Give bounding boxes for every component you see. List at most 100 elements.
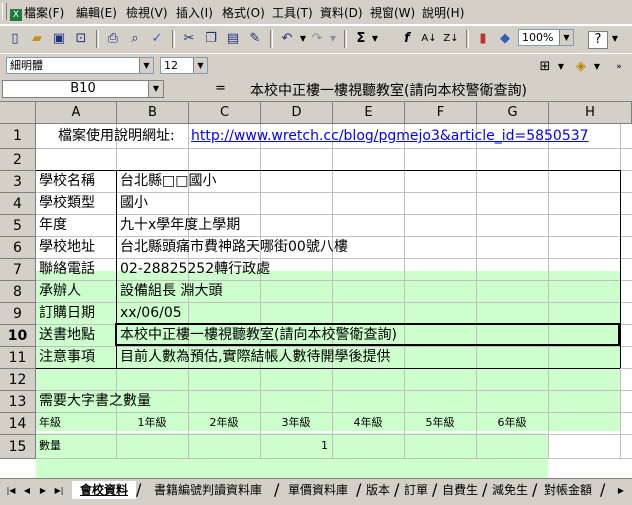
value-phone[interactable]: 02-28825252轉行政處 (120, 259, 270, 279)
value-year[interactable]: 九十x學年度上學期 (120, 215, 240, 235)
column-header-g[interactable]: G (477, 102, 549, 124)
column-header-d[interactable]: D (261, 102, 333, 124)
spreadsheet-grid[interactable]: A B C D E F G H 1 2 3 4 5 6 7 8 9 10 11 … (0, 102, 632, 478)
menu-file[interactable]: X 檔案(F) (10, 5, 64, 21)
sort-ascending-icon[interactable]: A↓ (420, 31, 438, 47)
column-header-a[interactable]: A (36, 102, 117, 124)
menu-insert[interactable]: 插入(I) (176, 5, 213, 21)
tab-price-db[interactable]: 單價資料庫 (280, 481, 356, 499)
chevron-down-icon[interactable]: ▼ (148, 81, 163, 97)
tab-school-info[interactable]: 會校資料 (72, 481, 136, 499)
fill-color-dropdown-icon[interactable]: ▼ (588, 59, 606, 75)
chevron-down-icon[interactable]: ▼ (139, 58, 153, 73)
usage-link-anchor[interactable]: http://www.wretch.cc/blog/pgmejo3&articl… (191, 128, 589, 144)
menu-bar-grip[interactable] (2, 3, 7, 20)
row-header[interactable]: 13 (0, 391, 36, 413)
menu-help[interactable]: 說明(H) (422, 5, 464, 21)
row-header[interactable]: 3 (0, 171, 36, 193)
table-border (36, 170, 620, 171)
row-header[interactable]: 14 (0, 413, 36, 435)
column-header-c[interactable]: C (189, 102, 261, 124)
column-header-e[interactable]: E (333, 102, 405, 124)
value-school-name[interactable]: 台北縣□□國小 (120, 171, 216, 191)
tab-book-code-db[interactable]: 書籍編號判讀資料庫 (142, 481, 274, 499)
autosum-dropdown-icon[interactable]: ▼ (366, 31, 384, 47)
first-sheet-icon[interactable]: |◀ (4, 484, 18, 498)
column-header-h[interactable]: H (549, 102, 632, 124)
label-year: 年度 (39, 217, 67, 233)
row-header[interactable]: 5 (0, 215, 36, 237)
menu-format[interactable]: 格式(O) (222, 5, 265, 21)
format-painter-icon[interactable]: ✎ (246, 31, 264, 47)
menu-tools[interactable]: 工具(T) (272, 5, 313, 21)
chevron-down-icon[interactable]: ▼ (559, 30, 573, 45)
chart-wizard-icon[interactable]: ▮ (474, 31, 492, 47)
value-address[interactable]: 台北縣頭痛市費神路天哪街00號八樓 (120, 237, 348, 257)
prev-sheet-icon[interactable]: ◀ (20, 484, 34, 498)
spelling-icon[interactable]: ✓ (148, 31, 166, 47)
menu-view[interactable]: 檢視(V) (126, 5, 168, 21)
standard-toolbar: ▯ ▰ ▣ ⊡ ⎙ ⌕ ✓ ✂ ❐ ▤ ✎ ↶ ▼ ↷ ▼ Σ ▼ f A↓ Z… (0, 25, 632, 54)
column-header-b[interactable]: B (117, 102, 189, 124)
value-order-date[interactable]: xx/06/05 (120, 303, 182, 323)
usage-link[interactable]: http://www.wretch.cc/blog/pgmejo3&articl… (191, 126, 589, 146)
font-size-select[interactable]: 12 ▼ (160, 57, 208, 74)
tab-scroll-right-icon[interactable]: ▶ (614, 484, 628, 498)
row-header[interactable]: 9 (0, 303, 36, 325)
grade-label: 年級 (39, 416, 61, 429)
gridline (548, 124, 549, 459)
print-icon[interactable]: ⎙ (104, 31, 122, 47)
chevron-down-icon[interactable]: ▼ (193, 58, 207, 73)
help-icon[interactable]: ? (588, 31, 608, 49)
row-header[interactable]: 7 (0, 259, 36, 281)
row-header[interactable]: 1 (0, 124, 36, 149)
quantity-cell[interactable]: 1 (260, 436, 328, 456)
menu-edit[interactable]: 編輯(E) (76, 5, 117, 21)
help-dropdown-icon[interactable]: ▼ (606, 31, 624, 47)
value-notes[interactable]: 目前人數為預估,實際結帳人數待開學後提供 (120, 347, 390, 367)
font-name-select[interactable]: 細明體 ▼ (6, 57, 154, 74)
next-sheet-icon[interactable]: ▶ (36, 484, 50, 498)
function-icon[interactable]: f (398, 31, 416, 47)
menu-window[interactable]: 視窗(W) (370, 5, 415, 21)
row-header[interactable]: 15 (0, 435, 36, 459)
value-school-type[interactable]: 國小 (120, 193, 148, 213)
grade-header: 3年級 (281, 416, 311, 429)
new-document-icon[interactable]: ▯ (6, 31, 24, 47)
toolbar-options-icon[interactable]: » (610, 59, 628, 75)
tab-reconciliation[interactable]: 對帳金額 (538, 481, 598, 499)
select-all-corner[interactable] (0, 102, 36, 124)
active-cell-selection[interactable] (115, 323, 620, 346)
cut-icon[interactable]: ✂ (180, 31, 198, 47)
last-sheet-icon[interactable]: ▶| (52, 484, 66, 498)
tab-exempt[interactable]: 減免生 (488, 481, 532, 499)
copy-icon[interactable]: ❐ (202, 31, 220, 47)
value-contact[interactable]: 設備組長 淵大頭 (120, 281, 222, 301)
row-header[interactable]: 2 (0, 149, 36, 171)
menu-data[interactable]: 資料(D) (320, 5, 363, 21)
tab-order[interactable]: 訂單 (400, 481, 432, 499)
sort-descending-icon[interactable]: Z↓ (442, 31, 460, 47)
row-header[interactable]: 11 (0, 347, 36, 369)
save-icon[interactable]: ▣ (50, 31, 68, 47)
paste-icon[interactable]: ▤ (224, 31, 242, 47)
name-box[interactable]: B10 ▼ (2, 80, 164, 98)
drawing-icon[interactable]: ◆ (496, 31, 514, 47)
row-header-active[interactable]: 10 (0, 325, 36, 347)
tab-version[interactable]: 版本 (362, 481, 394, 499)
permission-icon[interactable]: ⊡ (72, 31, 90, 47)
row-header[interactable]: 12 (0, 369, 36, 391)
gridline (36, 434, 632, 435)
redo-dropdown-icon[interactable]: ▼ (324, 31, 342, 47)
row-header[interactable]: 4 (0, 193, 36, 215)
row-header[interactable]: 6 (0, 237, 36, 259)
open-folder-icon[interactable]: ▰ (28, 31, 46, 47)
zoom-select[interactable]: 100% ▼ (518, 29, 574, 46)
column-header-f[interactable]: F (405, 102, 477, 124)
tab-separator: / (600, 480, 606, 499)
row-header[interactable]: 8 (0, 281, 36, 303)
formula-input[interactable]: 本校中正樓一樓視聽教室(請向本校警衛查詢) (250, 80, 527, 100)
tab-self-pay[interactable]: 自費生 (438, 481, 482, 499)
print-preview-icon[interactable]: ⌕ (126, 31, 144, 47)
borders-dropdown-icon[interactable]: ▼ (552, 59, 570, 75)
